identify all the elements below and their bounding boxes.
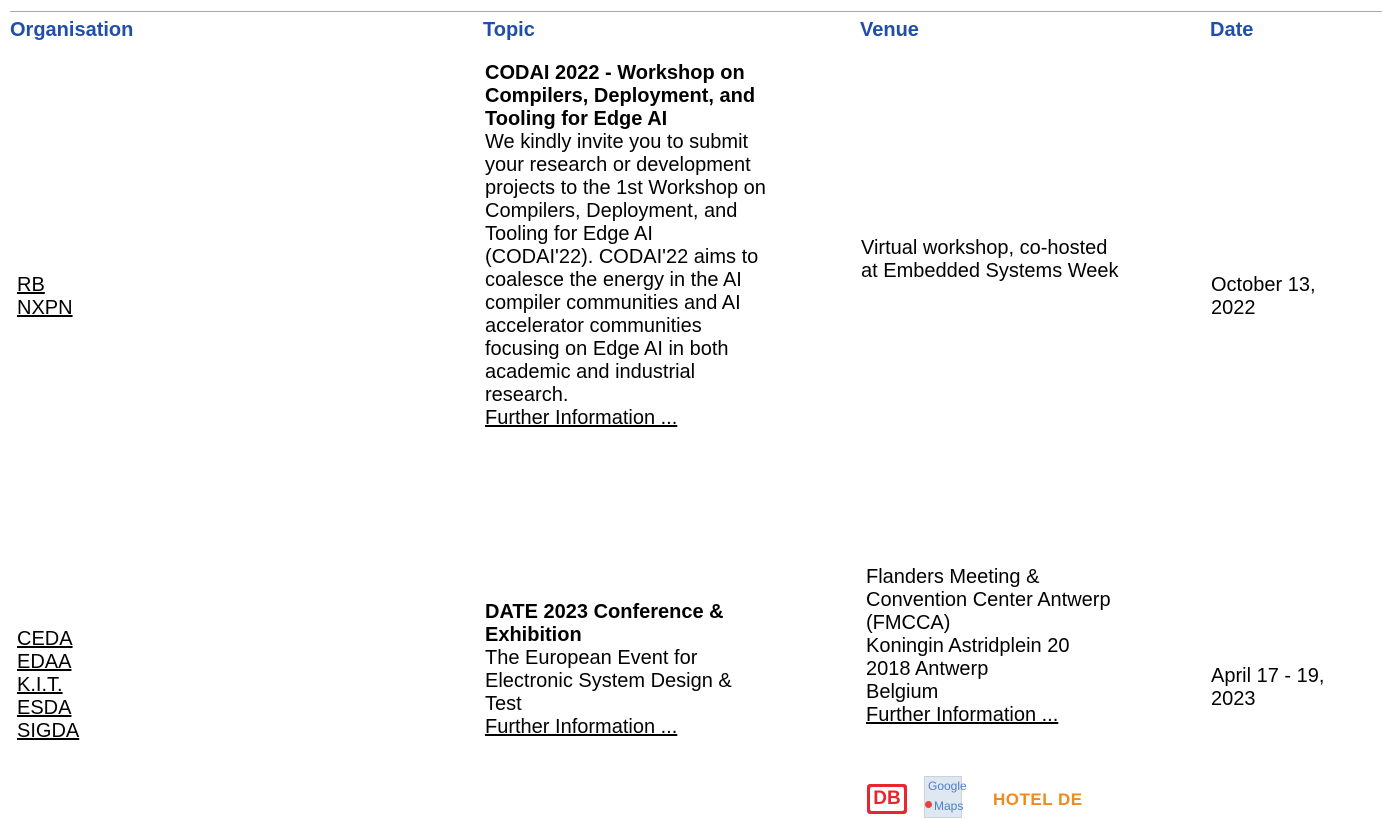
- venue-cell: Virtual workshop, co-hosted at Embedded …: [861, 237, 1119, 282]
- organisation-list: CEDA EDAA K.I.T. ESDA SIGDA: [17, 628, 79, 743]
- organisation-link[interactable]: SIGDA: [17, 720, 79, 742]
- db-logo-icon[interactable]: DB: [867, 784, 907, 814]
- venue-cell: Flanders Meeting & Convention Center Ant…: [866, 566, 1111, 726]
- organisation-link[interactable]: K.I.T.: [17, 674, 63, 696]
- topic-title: CODAI 2022 - Workshop on Compilers, Depl…: [485, 62, 756, 130]
- venue-further-information-link[interactable]: Further Information ...: [866, 704, 1058, 726]
- further-information-link[interactable]: Further Information ...: [485, 407, 677, 429]
- hotel-de-logo-icon[interactable]: HOTEL DE: [993, 790, 1083, 810]
- organisation-link[interactable]: RB: [17, 274, 45, 296]
- organisation-link[interactable]: ESDA: [17, 697, 71, 719]
- date-cell: October 13, 2022: [1211, 274, 1316, 319]
- column-header-venue: Venue: [860, 19, 919, 41]
- column-header-topic: Topic: [483, 19, 535, 41]
- map-pin-icon: [925, 801, 932, 808]
- further-information-link[interactable]: Further Information ...: [485, 716, 677, 738]
- organisation-link[interactable]: NXPN: [17, 297, 73, 319]
- google-maps-icon[interactable]: Google Maps: [924, 776, 967, 818]
- topic-title: DATE 2023 Conference & Exhibition: [485, 601, 724, 646]
- topic-description: We kindly invite you to submit your rese…: [485, 131, 766, 406]
- table-top-border: [10, 11, 1382, 12]
- organisation-link[interactable]: CEDA: [17, 628, 73, 650]
- column-header-date: Date: [1210, 19, 1254, 41]
- topic-cell: DATE 2023 Conference & Exhibition The Eu…: [485, 601, 732, 739]
- topic-description: The European Event for Electronic System…: [485, 647, 732, 715]
- date-cell: April 17 - 19, 2023: [1211, 665, 1325, 710]
- organisation-link[interactable]: EDAA: [17, 651, 71, 673]
- organisation-list: RB NXPN: [17, 274, 73, 320]
- topic-cell: CODAI 2022 - Workshop on Compilers, Depl…: [485, 62, 766, 430]
- column-header-organisation: Organisation: [10, 19, 134, 41]
